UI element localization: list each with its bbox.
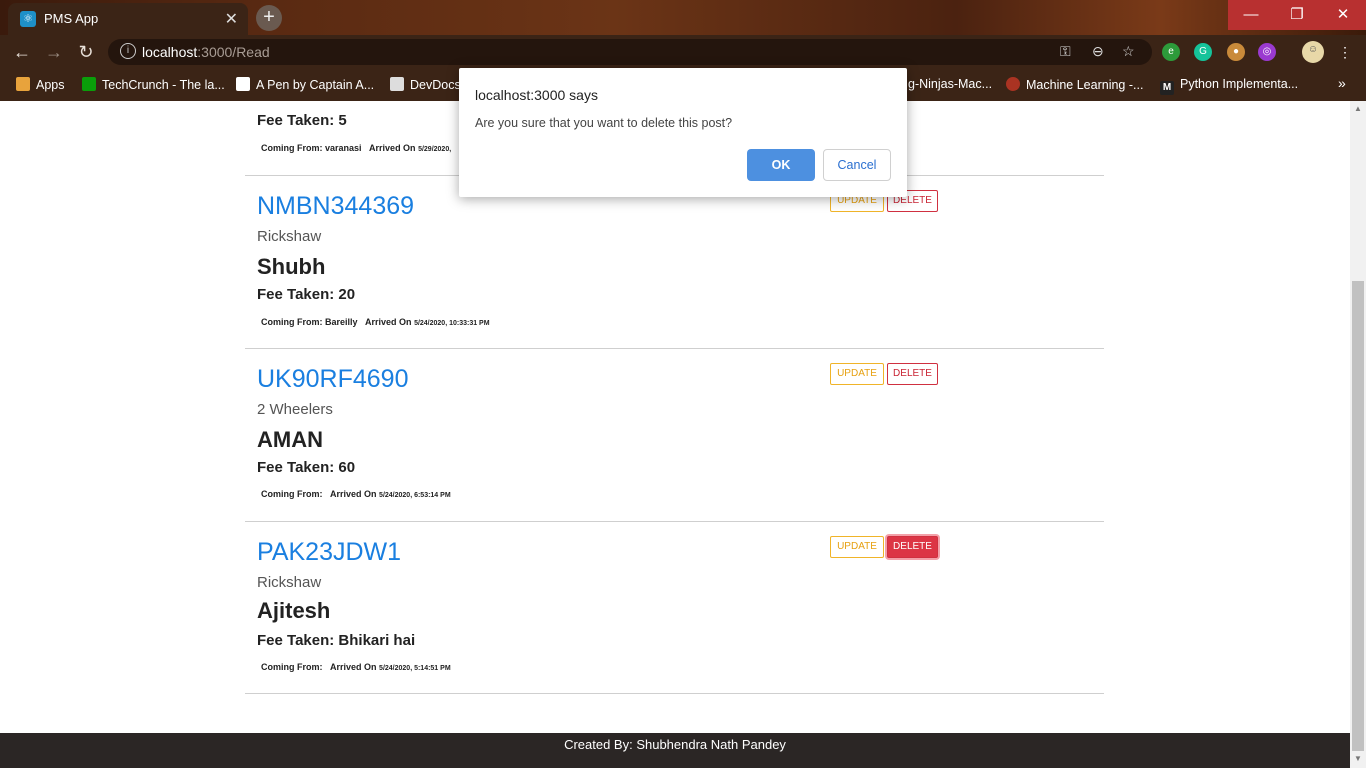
vehicle-number: UK90RF4690 xyxy=(257,365,409,393)
footer-credit: Created By: Shubhendra Nath Pandey xyxy=(564,737,786,752)
evernote-icon[interactable]: e xyxy=(1162,43,1180,61)
forward-arrow-icon[interactable]: → xyxy=(42,40,66,64)
bookmark-label: Apps xyxy=(36,78,65,92)
window-close-button[interactable]: ✕ xyxy=(1320,0,1366,30)
devdocs-icon xyxy=(390,77,404,91)
ml-icon xyxy=(1006,77,1020,91)
delete-button[interactable]: DELETE xyxy=(887,536,938,558)
restore-button[interactable]: ❐ xyxy=(1274,0,1320,30)
record-meta: Coming From: Bareilly Arrived On 5/24/20… xyxy=(261,317,490,327)
bookmark-apps[interactable]: Apps xyxy=(16,77,65,92)
arrived-time: 5/24/2020, 10:33:31 PM xyxy=(414,320,490,327)
react-icon: ⚛ xyxy=(20,11,36,27)
url-path: :3000/Read xyxy=(197,44,270,60)
vehicle-number: NMBN344369 xyxy=(257,192,415,220)
scrollbar-thumb[interactable] xyxy=(1352,281,1364,751)
arrived-label: Arrived On xyxy=(369,143,416,153)
bookmark-label: Machine Learning -... xyxy=(1026,78,1144,92)
cancel-button[interactable]: Cancel xyxy=(823,149,891,181)
dialog-title: localhost:3000 says xyxy=(475,87,598,103)
page-content: Fee Taken: 5 Coming From: varanasi Arriv… xyxy=(0,101,1350,768)
vehicle-type: 2 Wheelers xyxy=(257,401,333,418)
arrived-time: 5/24/2020, 6:53:14 PM xyxy=(379,492,451,499)
arrived-label: Arrived On xyxy=(330,489,377,499)
back-arrow-icon[interactable]: ← xyxy=(10,40,34,64)
vehicle-type: Rickshaw xyxy=(257,228,322,245)
page-footer: Created By: Shubhendra Nath Pandey xyxy=(0,733,1350,768)
owner-name: Ajitesh xyxy=(257,598,331,623)
bookmark-python[interactable]: M Python Implementa... xyxy=(1160,77,1298,95)
bookmark-devdocs[interactable]: DevDocs xyxy=(390,77,461,92)
update-button[interactable]: UPDATE xyxy=(830,536,884,558)
bookmark-ninjas[interactable]: g-Ninjas-Mac... xyxy=(908,77,992,91)
new-tab-button[interactable]: + xyxy=(256,5,282,31)
coming-from: Coming From: xyxy=(261,662,323,672)
scroll-down-arrow-icon[interactable]: ▼ xyxy=(1354,754,1362,763)
avatar[interactable]: ☺ xyxy=(1302,41,1324,63)
ok-button[interactable]: OK xyxy=(747,149,815,181)
record-meta: Coming From: Arrived On 5/24/2020, 6:53:… xyxy=(261,489,451,499)
fee-taken: Fee Taken: 5 xyxy=(257,112,347,129)
grammarly-icon[interactable]: G xyxy=(1194,43,1212,61)
extension-icon[interactable]: ◎ xyxy=(1258,43,1276,61)
fee-taken: Fee Taken: 20 xyxy=(257,286,356,303)
scroll-up-arrow-icon[interactable]: ▲ xyxy=(1354,104,1362,113)
vehicle-number: PAK23JDW1 xyxy=(257,538,402,566)
bookmark-label: DevDocs xyxy=(410,78,461,92)
record-meta: Coming From: varanasi Arrived On 5/29/20… xyxy=(261,143,451,153)
dialog-message: Are you sure that you want to delete thi… xyxy=(475,116,733,130)
medium-icon: M xyxy=(1160,81,1174,95)
bookmark-label: Python Implementa... xyxy=(1180,77,1299,91)
browser-tab[interactable]: ⚛ PMS App ✕ xyxy=(8,3,248,35)
info-icon[interactable]: i xyxy=(120,43,136,59)
reload-icon[interactable]: ↻ xyxy=(74,40,98,64)
address-bar[interactable]: i localhost:3000/Read ⚿ ⊖ ☆ xyxy=(108,39,1152,65)
coming-from: Coming From: varanasi xyxy=(261,143,362,153)
coming-from: Coming From: Bareilly xyxy=(261,317,358,327)
techcrunch-icon xyxy=(82,77,96,91)
arrived-time: 5/24/2020, 5:14:51 PM xyxy=(379,665,451,672)
key-icon[interactable]: ⚿ xyxy=(1060,43,1071,60)
arrived-label: Arrived On xyxy=(330,662,377,672)
star-icon[interactable]: ☆ xyxy=(1122,43,1135,60)
codepen-icon xyxy=(236,77,250,91)
record-card: PAK23JDW1 Rickshaw Ajitesh Fee Taken: Bh… xyxy=(245,522,1104,694)
bookmark-techcrunch[interactable]: TechCrunch - The la... xyxy=(82,77,225,92)
minimize-button[interactable]: — xyxy=(1228,0,1274,30)
menu-icon[interactable]: ⋮ xyxy=(1336,43,1354,61)
bookmark-label: TechCrunch - The la... xyxy=(102,78,225,92)
browser-titlebar: ⚛ PMS App ✕ + — ❐ ✕ xyxy=(0,0,1366,35)
owner-name: AMAN xyxy=(257,427,323,452)
bookmark-codepen[interactable]: A Pen by Captain A... xyxy=(236,77,374,92)
owner-name: Shubh xyxy=(257,254,326,279)
record-meta: Coming From: Arrived On 5/24/2020, 5:14:… xyxy=(261,662,451,672)
update-button[interactable]: UPDATE xyxy=(830,363,884,385)
fee-taken: Fee Taken: Bhikari hai xyxy=(257,632,416,649)
url-text[interactable]: localhost:3000/Read xyxy=(142,44,270,60)
vehicle-type: Rickshaw xyxy=(257,574,322,591)
delete-button[interactable]: DELETE xyxy=(887,363,938,385)
confirm-dialog: localhost:3000 says Are you sure that yo… xyxy=(459,68,907,197)
fee-taken: Fee Taken: 60 xyxy=(257,459,356,476)
arrived-label: Arrived On xyxy=(365,317,412,327)
coming-from: Coming From: xyxy=(261,489,323,499)
bookmark-label: A Pen by Captain A... xyxy=(256,78,375,92)
arrived-time: 5/29/2020, xyxy=(418,146,452,153)
bookmark-label: g-Ninjas-Mac... xyxy=(908,77,993,91)
record-card: NMBN344369 Rickshaw Shubh Fee Taken: 20 … xyxy=(245,176,1104,349)
cookie-icon[interactable]: ● xyxy=(1227,43,1245,61)
tab-title: PMS App xyxy=(44,11,99,26)
bookmark-ml[interactable]: Machine Learning -... xyxy=(1006,77,1143,92)
zoom-icon[interactable]: ⊖ xyxy=(1092,43,1104,60)
close-tab-icon[interactable]: ✕ xyxy=(225,9,238,29)
record-card: UK90RF4690 2 Wheelers AMAN Fee Taken: 60… xyxy=(245,349,1104,522)
more-bookmarks-button[interactable]: » xyxy=(1338,75,1346,91)
apps-grid-icon xyxy=(16,77,30,91)
url-host: localhost xyxy=(142,44,198,60)
